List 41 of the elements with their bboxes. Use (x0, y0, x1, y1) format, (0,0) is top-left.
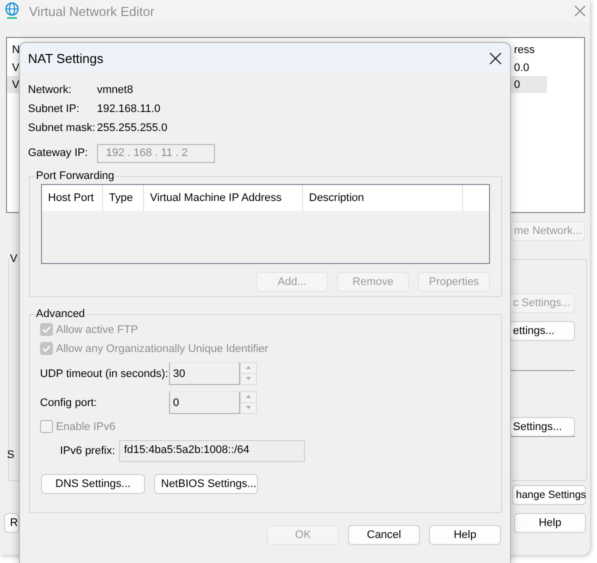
column-header[interactable]: Description (303, 185, 463, 211)
field-label: Network: (28, 84, 72, 96)
column-header[interactable]: Virtual Machine IP Address (144, 185, 303, 211)
button[interactable]: Cancel (348, 525, 420, 545)
field-label: Gateway IP: (28, 147, 89, 159)
column-header: N (11, 44, 21, 56)
globe-icon (5, 2, 19, 20)
spin-arrows-icon (240, 362, 257, 385)
label: S (7, 449, 14, 461)
button[interactable]: R (4, 513, 19, 533)
spin-field[interactable]: 0 (169, 391, 240, 414)
button[interactable]: ettings... (510, 321, 575, 341)
checkbox-label: Allow any Organizationally Unique Identifier (56, 342, 268, 354)
button[interactable]: Help (514, 513, 586, 533)
field-label: IPv6 prefix: (60, 445, 116, 457)
field-label: Subnet IP: (28, 102, 80, 114)
spin-arrows-icon (240, 391, 257, 414)
text-field[interactable]: fd15:4ba5:5a2b:1008::/64 (119, 440, 305, 462)
button[interactable]: NetBIOS Settings... (154, 474, 258, 494)
field-label: UDP timeout (in seconds): (40, 368, 169, 380)
spin-field[interactable]: 30 (169, 362, 240, 385)
field-label: Config port: (40, 396, 98, 408)
button[interactable]: DNS Settings... (41, 474, 145, 494)
group-label: Advanced (35, 308, 86, 320)
column-header[interactable]: Type (103, 185, 144, 211)
button[interactable]: Help (429, 525, 501, 545)
group-label: V (9, 253, 18, 265)
window-title: Virtual Network Editor (29, 4, 156, 18)
field-label: Subnet mask: (28, 122, 96, 134)
group-label: Port Forwarding (35, 170, 116, 182)
button[interactable]: Settings... (510, 417, 575, 437)
column-header[interactable]: Host Port (42, 185, 103, 211)
close-icon[interactable] (489, 52, 502, 64)
checkbox-label: Allow active FTP (56, 324, 138, 336)
button[interactable]: hange Settings (512, 485, 586, 505)
checkbox-label: Enable IPv6 (56, 420, 116, 432)
field-value: 192.168.11.0 (97, 102, 160, 114)
dialog-title: NAT Settings (28, 50, 104, 66)
column-header: ress (514, 44, 536, 56)
field-value: 255.255.255.0 (97, 122, 168, 134)
field-value: vmnet8 (97, 84, 134, 96)
